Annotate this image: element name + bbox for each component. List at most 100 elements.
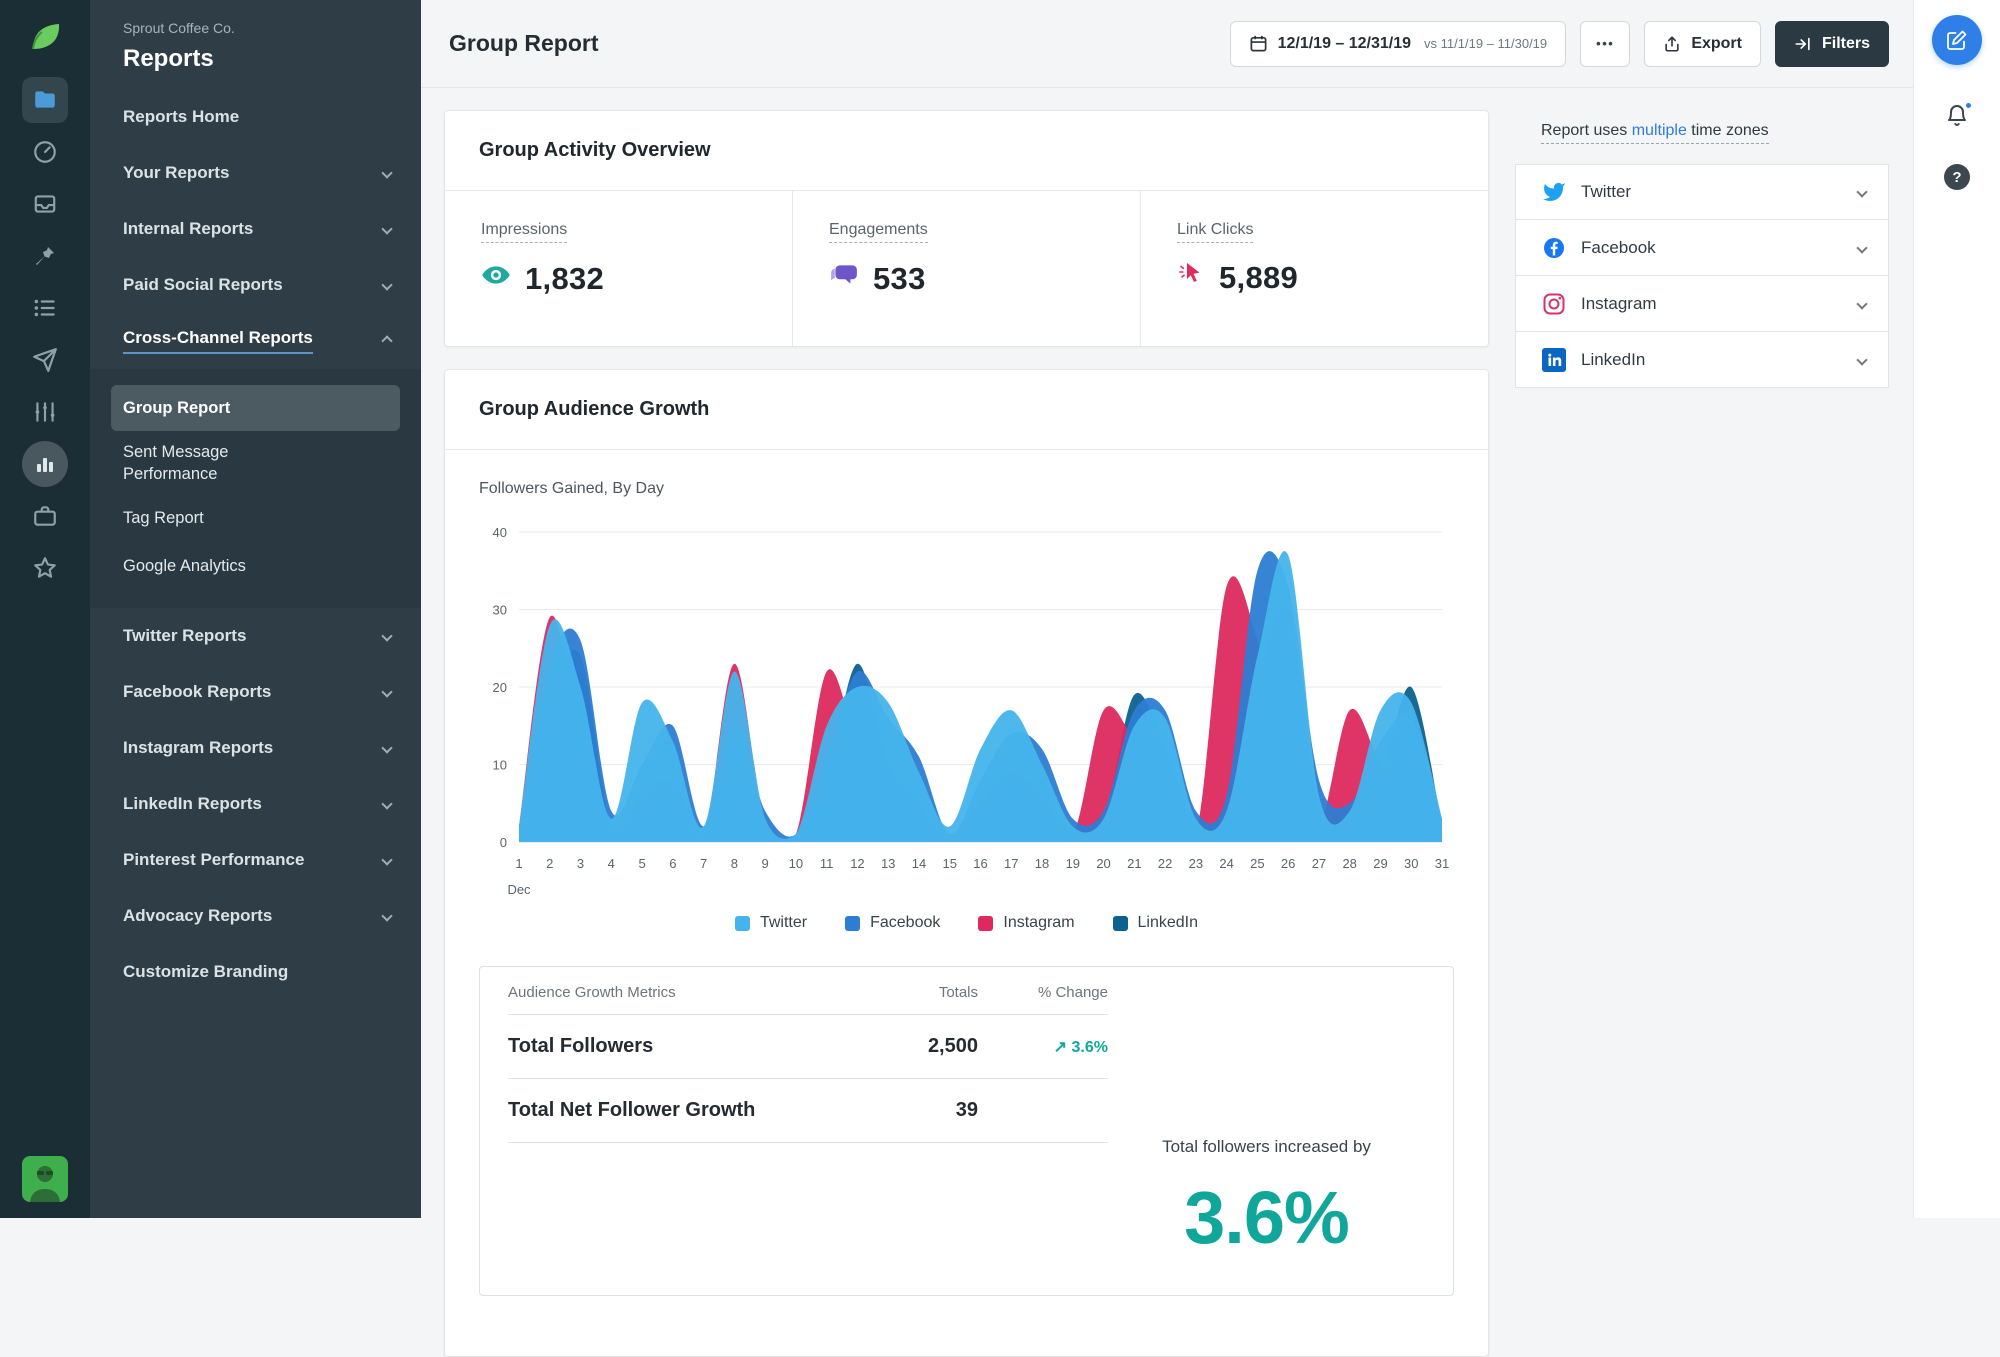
sidebar-item-paid-social-reports[interactable]: Paid Social Reports	[90, 257, 421, 313]
network-row-twitter[interactable]: Twitter	[1515, 164, 1889, 220]
star-icon[interactable]	[22, 545, 68, 591]
summary-label: Total followers increased by	[1162, 1137, 1371, 1156]
reports-folder-icon[interactable]	[22, 77, 68, 123]
network-row-linkedin[interactable]: LinkedIn	[1515, 332, 1889, 388]
legend-item-twitter[interactable]: Twitter	[734, 914, 808, 932]
metric-value-row: 5,889	[1177, 260, 1468, 296]
svg-text:20: 20	[1096, 856, 1110, 871]
report-toolbar: Group Report 12/1/19 – 12/31/19 vs 11/1/…	[421, 0, 1913, 88]
svg-text:18: 18	[1035, 856, 1049, 871]
briefcase-glyph	[34, 506, 56, 526]
export-button[interactable]: Export	[1644, 20, 1761, 67]
metric-label[interactable]: Link Clicks	[1177, 221, 1254, 243]
metric-label[interactable]: Engagements	[829, 221, 928, 243]
chevron-down-icon	[381, 741, 393, 754]
svg-text:3: 3	[577, 856, 584, 871]
chart-legend: Twitter Facebook Instagram LinkedIn	[479, 914, 1454, 932]
paper-plane-glyph	[33, 348, 57, 372]
submenu-item-tag-report[interactable]: Tag Report	[111, 496, 400, 542]
chart-subtitle: Followers Gained, By Day	[479, 480, 664, 497]
svg-text:2: 2	[546, 856, 553, 871]
legend-item-linkedin[interactable]: LinkedIn	[1112, 914, 1198, 932]
legend-swatch	[845, 915, 861, 931]
metric-impressions: Impressions 1,832	[445, 191, 792, 346]
sidebar-item-twitter-reports[interactable]: Twitter Reports	[90, 608, 421, 664]
submenu-item-sent-message-performance[interactable]: Sent Message Performance	[111, 433, 400, 494]
folder-icon	[35, 91, 55, 108]
submenu-item-label: Group Report	[123, 398, 231, 417]
svg-text:40: 40	[493, 525, 507, 540]
svg-text:20: 20	[493, 680, 507, 695]
sidebar-item-customize-branding[interactable]: Customize Branding	[90, 944, 421, 1000]
network-row-instagram[interactable]: Instagram	[1515, 276, 1889, 332]
metric-value: 533	[873, 261, 926, 296]
chevron-down-icon	[1856, 297, 1868, 310]
chevron-down-icon	[1856, 241, 1868, 254]
legend-swatch	[1112, 915, 1128, 931]
svg-text:5: 5	[638, 856, 645, 871]
sidebar-item-your-reports[interactable]: Your Reports	[90, 145, 421, 201]
sidebar-item-cross-channel-reports[interactable]: Cross-Channel Reports	[90, 313, 421, 369]
sidebar-item-label: Internal Reports	[123, 219, 254, 238]
svg-text:28: 28	[1342, 856, 1356, 871]
svg-text:30: 30	[1404, 856, 1418, 871]
network-row-facebook[interactable]: Facebook	[1515, 220, 1889, 276]
sidebar-item-linkedin-reports[interactable]: LinkedIn Reports	[90, 776, 421, 832]
sidebar-item-internal-reports[interactable]: Internal Reports	[90, 201, 421, 257]
sidebar-item-pinterest-performance[interactable]: Pinterest Performance	[90, 832, 421, 888]
table-row: Total Followers 2,500 ↗ 3.6%	[508, 1015, 1108, 1079]
group-activity-overview-card: Group Activity Overview Impressions 1,83…	[444, 110, 1489, 347]
pin-icon[interactable]	[22, 233, 68, 279]
notifications-button[interactable]	[1945, 101, 1973, 130]
svg-text:23: 23	[1189, 856, 1203, 871]
chevron-down-icon	[381, 685, 393, 698]
sidebar-item-instagram-reports[interactable]: Instagram Reports	[90, 720, 421, 776]
submenu-item-group-report[interactable]: Group Report	[111, 385, 400, 431]
network-filter-panel: Report uses multiple time zones Twitter …	[1515, 88, 1913, 1218]
svg-text:24: 24	[1219, 856, 1233, 871]
star-glyph	[34, 557, 56, 578]
row-metric: Total Net Follower Growth	[508, 1099, 756, 1121]
growth-metrics-table: Audience Growth Metrics Totals % Change …	[508, 967, 1108, 1295]
sidebar-item-facebook-reports[interactable]: Facebook Reports	[90, 664, 421, 720]
sprout-leaf-icon	[32, 24, 60, 50]
page-title: Group Report	[449, 30, 599, 56]
legend-label: Facebook	[870, 914, 941, 931]
filters-button[interactable]: Filters	[1774, 20, 1889, 67]
compose-button[interactable]	[1932, 15, 1982, 65]
svg-text:8: 8	[731, 856, 738, 871]
levels-icon[interactable]	[22, 389, 68, 435]
svg-text:30: 30	[493, 603, 507, 618]
gauge-icon[interactable]	[22, 129, 68, 175]
metric-value-row: 1,832	[481, 260, 772, 298]
svg-text:17: 17	[1004, 856, 1018, 871]
legend-label: Twitter	[759, 914, 808, 931]
metric-label[interactable]: Impressions	[481, 221, 568, 243]
legend-item-instagram[interactable]: Instagram	[978, 914, 1075, 932]
company-name: Sprout Coffee Co.	[123, 20, 235, 36]
help-button[interactable]: ?	[1944, 164, 1970, 190]
bar-chart-icon[interactable]	[22, 441, 68, 487]
report-main: Group Activity Overview Impressions 1,83…	[421, 88, 1515, 1357]
card-title: Group Activity Overview	[445, 111, 1488, 191]
inbox-icon[interactable]	[22, 181, 68, 227]
sidebar-item-advocacy-reports[interactable]: Advocacy Reports	[90, 888, 421, 944]
timezone-link[interactable]: multiple	[1632, 122, 1687, 139]
growth-summary: Total followers increased by 3.6%	[1108, 967, 1425, 1295]
send-icon[interactable]	[22, 337, 68, 383]
metric-engagements: Engagements 533	[792, 191, 1140, 346]
user-avatar[interactable]	[22, 1156, 68, 1202]
group-audience-growth-card: Group Audience Growth Followers Gained, …	[444, 369, 1489, 1357]
column-header: Audience Growth Metrics	[508, 984, 676, 1001]
list-icon[interactable]	[22, 285, 68, 331]
sprout-logo-icon[interactable]	[22, 14, 68, 60]
calendar-icon	[1250, 35, 1267, 52]
legend-item-facebook[interactable]: Facebook	[845, 914, 940, 932]
more-options-button[interactable]: •••	[1580, 20, 1631, 67]
briefcase-icon[interactable]	[22, 493, 68, 539]
sidebar-item-reports-home[interactable]: Reports Home	[90, 89, 421, 145]
submenu-item-google-analytics[interactable]: Google Analytics	[111, 544, 400, 590]
svg-text:6: 6	[669, 856, 676, 871]
twitter-icon	[1543, 182, 1565, 201]
date-range-button[interactable]: 12/1/19 – 12/31/19 vs 11/1/19 – 11/30/19	[1229, 20, 1567, 67]
